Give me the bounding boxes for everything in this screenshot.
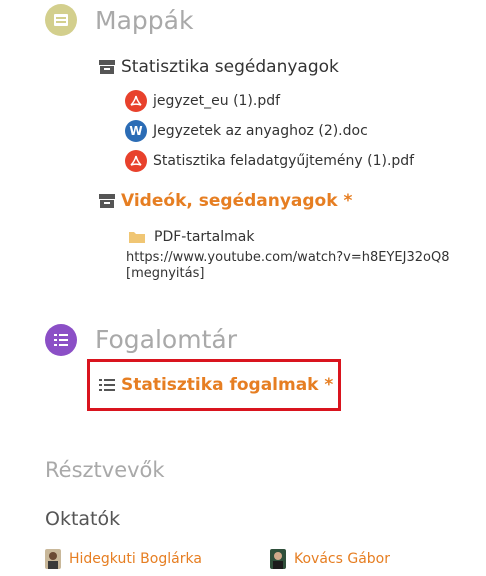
folders-section-title: Mappák: [95, 6, 194, 35]
glossary-item-label: Statisztika fogalmak *: [121, 375, 334, 395]
teacher-item[interactable]: Hidegkuti Boglárka: [45, 548, 202, 570]
file-name: jegyzet_eu (1).pdf: [153, 93, 281, 109]
file-item[interactable]: Statisztika feladatgyűjtemény (1).pdf: [125, 149, 414, 173]
list-icon: [54, 334, 68, 346]
list-icon: [99, 379, 115, 391]
folder-label: Statisztika segédanyagok: [121, 57, 339, 77]
teachers-title: Oktatók: [45, 508, 121, 530]
folder-statisztika-segedanyagok[interactable]: Statisztika segédanyagok: [98, 56, 339, 78]
glossary-section-title: Fogalomtár: [95, 325, 237, 354]
pdf-icon: [125, 90, 147, 112]
file-item[interactable]: jegyzet_eu (1).pdf: [125, 89, 280, 113]
glossary-item-highlight[interactable]: Statisztika fogalmak *: [87, 359, 341, 411]
participants-title: Résztvevők: [45, 458, 165, 482]
file-name: Statisztika feladatgyűjtemény (1).pdf: [153, 153, 415, 169]
archive-icon: [54, 14, 68, 26]
video-url[interactable]: https://www.youtube.com/watch?v=h8EYEJ32…: [126, 250, 449, 266]
folder-icon: [129, 232, 145, 243]
glossary-section-icon: [45, 324, 77, 356]
subfolder-label: PDF-tartalmak: [154, 229, 255, 245]
folder-label: Videók, segédanyagok *: [121, 191, 353, 211]
avatar: [45, 549, 61, 569]
teacher-name: Kovács Gábor: [294, 551, 390, 567]
file-item[interactable]: W Jegyzetek az anyaghoz (2).doc: [125, 119, 368, 143]
file-name: Jegyzetek az anyaghoz (2).doc: [153, 123, 368, 139]
pdf-icon: [125, 150, 147, 172]
teacher-name: Hidegkuti Boglárka: [69, 551, 202, 567]
open-link[interactable]: [megnyitás]: [126, 266, 204, 282]
archive-icon: [99, 60, 115, 74]
subfolder-pdf-tartalmak[interactable]: PDF-tartalmak: [128, 227, 254, 247]
folders-section-icon: [45, 4, 77, 36]
avatar: [270, 549, 286, 569]
word-doc-icon: W: [125, 120, 147, 142]
folder-videok-segedanyagok[interactable]: Videók, segédanyagok *: [98, 190, 352, 212]
teacher-item[interactable]: Kovács Gábor: [270, 548, 390, 570]
archive-icon: [99, 194, 115, 208]
